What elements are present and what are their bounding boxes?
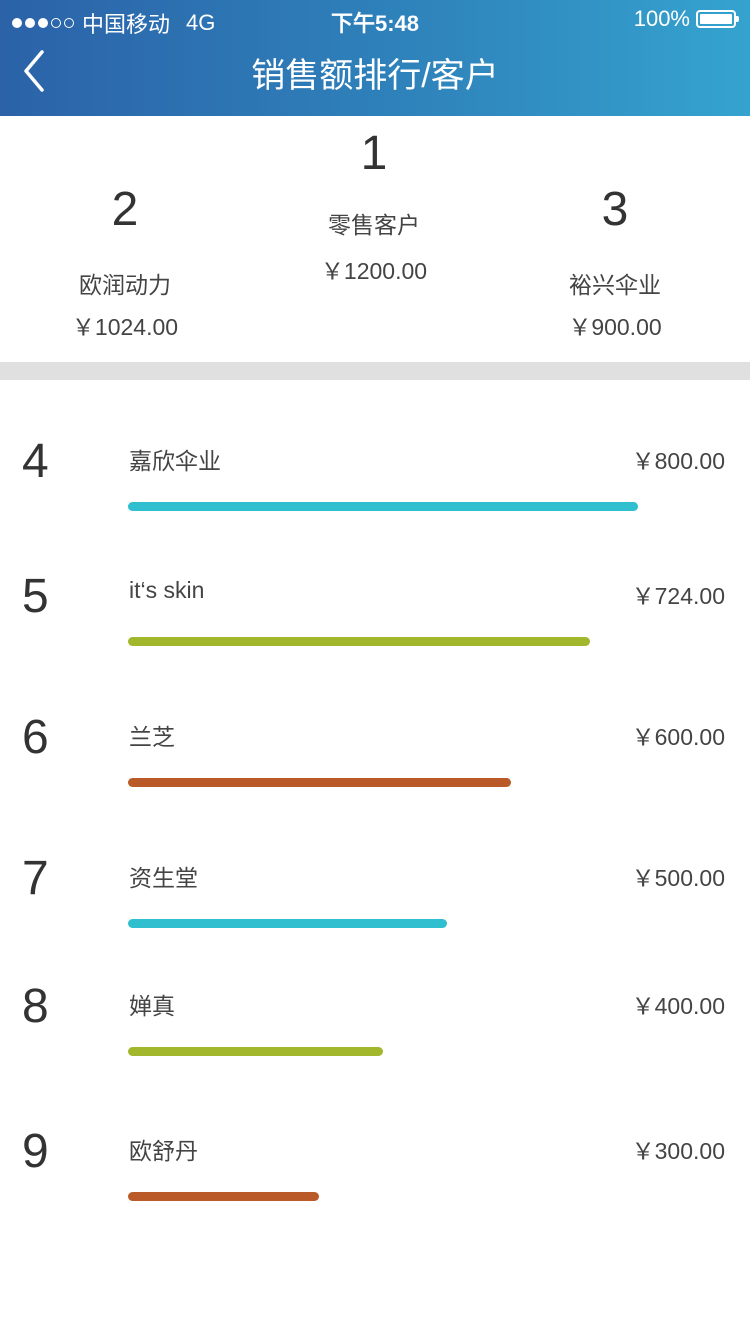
podium-third[interactable]: 3 裕兴伞业 ￥900.00 — [490, 186, 740, 342]
customer-name: 裕兴伞业 — [569, 272, 661, 298]
sales-bar — [128, 1047, 383, 1056]
podium-first[interactable]: 1 零售客户 ￥1200.00 — [249, 130, 499, 286]
customer-name: 资生堂 — [129, 865, 198, 891]
customer-name: 婵真 — [129, 993, 175, 1019]
customer-name: 零售客户 — [328, 212, 420, 238]
page-title: 销售额排行/客户 — [251, 57, 499, 95]
sales-amount: ￥1200.00 — [320, 258, 428, 284]
sales-amount: ￥500.00 — [631, 865, 725, 891]
sales-bar — [128, 637, 590, 646]
sales-amount: ￥1024.00 — [71, 314, 179, 340]
customer-name: 欧舒丹 — [129, 1138, 198, 1164]
customer-name: 欧润动力 — [79, 272, 171, 298]
rank-number: 3 — [601, 183, 629, 236]
sales-bar — [128, 502, 638, 511]
sales-bar — [128, 919, 447, 928]
sales-bar — [128, 778, 511, 787]
list-item[interactable]: 4 嘉欣伞业 ￥800.00 — [0, 438, 750, 562]
sales-amount: ￥724.00 — [631, 583, 725, 609]
list-item[interactable]: 6 兰芝 ￥600.00 — [0, 714, 750, 838]
section-divider — [0, 362, 750, 380]
rank-number: 8 — [22, 980, 49, 1033]
top-three-podium: 1 零售客户 ￥1200.00 2 欧润动力 ￥1024.00 3 裕兴伞业 ￥… — [0, 116, 750, 362]
sales-bar — [128, 1192, 319, 1201]
customer-name: 嘉欣伞业 — [129, 448, 221, 474]
rank-number: 4 — [22, 435, 49, 488]
battery-percent: 100% — [633, 6, 690, 31]
sales-amount: ￥400.00 — [631, 993, 725, 1019]
rank-number: 6 — [22, 711, 49, 764]
app-header: 中国移动 4G 下午5:48 100% 销售额排行/客户 — [0, 0, 750, 116]
sales-amount: ￥800.00 — [631, 448, 725, 474]
customer-name: 兰芝 — [129, 724, 175, 750]
list-item[interactable]: 7 资生堂 ￥500.00 — [0, 855, 750, 979]
list-item[interactable]: 5 it‘s skin ￥724.00 — [0, 573, 750, 697]
customer-name: it‘s skin — [129, 577, 205, 603]
sales-amount: ￥900.00 — [568, 314, 662, 340]
rank-number: 7 — [22, 852, 49, 905]
list-item[interactable]: 9 欧舒丹 ￥300.00 — [0, 1128, 750, 1252]
battery-icon — [696, 10, 739, 28]
rank-number: 1 — [360, 127, 388, 180]
sales-amount: ￥300.00 — [631, 1138, 725, 1164]
podium-second[interactable]: 2 欧润动力 ￥1024.00 — [0, 186, 250, 342]
list-item[interactable]: 8 婵真 ￥400.00 — [0, 983, 750, 1107]
rank-number: 9 — [22, 1125, 49, 1178]
rank-number: 5 — [22, 570, 49, 623]
sales-amount: ￥600.00 — [631, 724, 725, 750]
status-bar: 中国移动 4G 下午5:48 100% — [0, 0, 750, 40]
rank-number: 2 — [111, 183, 139, 236]
